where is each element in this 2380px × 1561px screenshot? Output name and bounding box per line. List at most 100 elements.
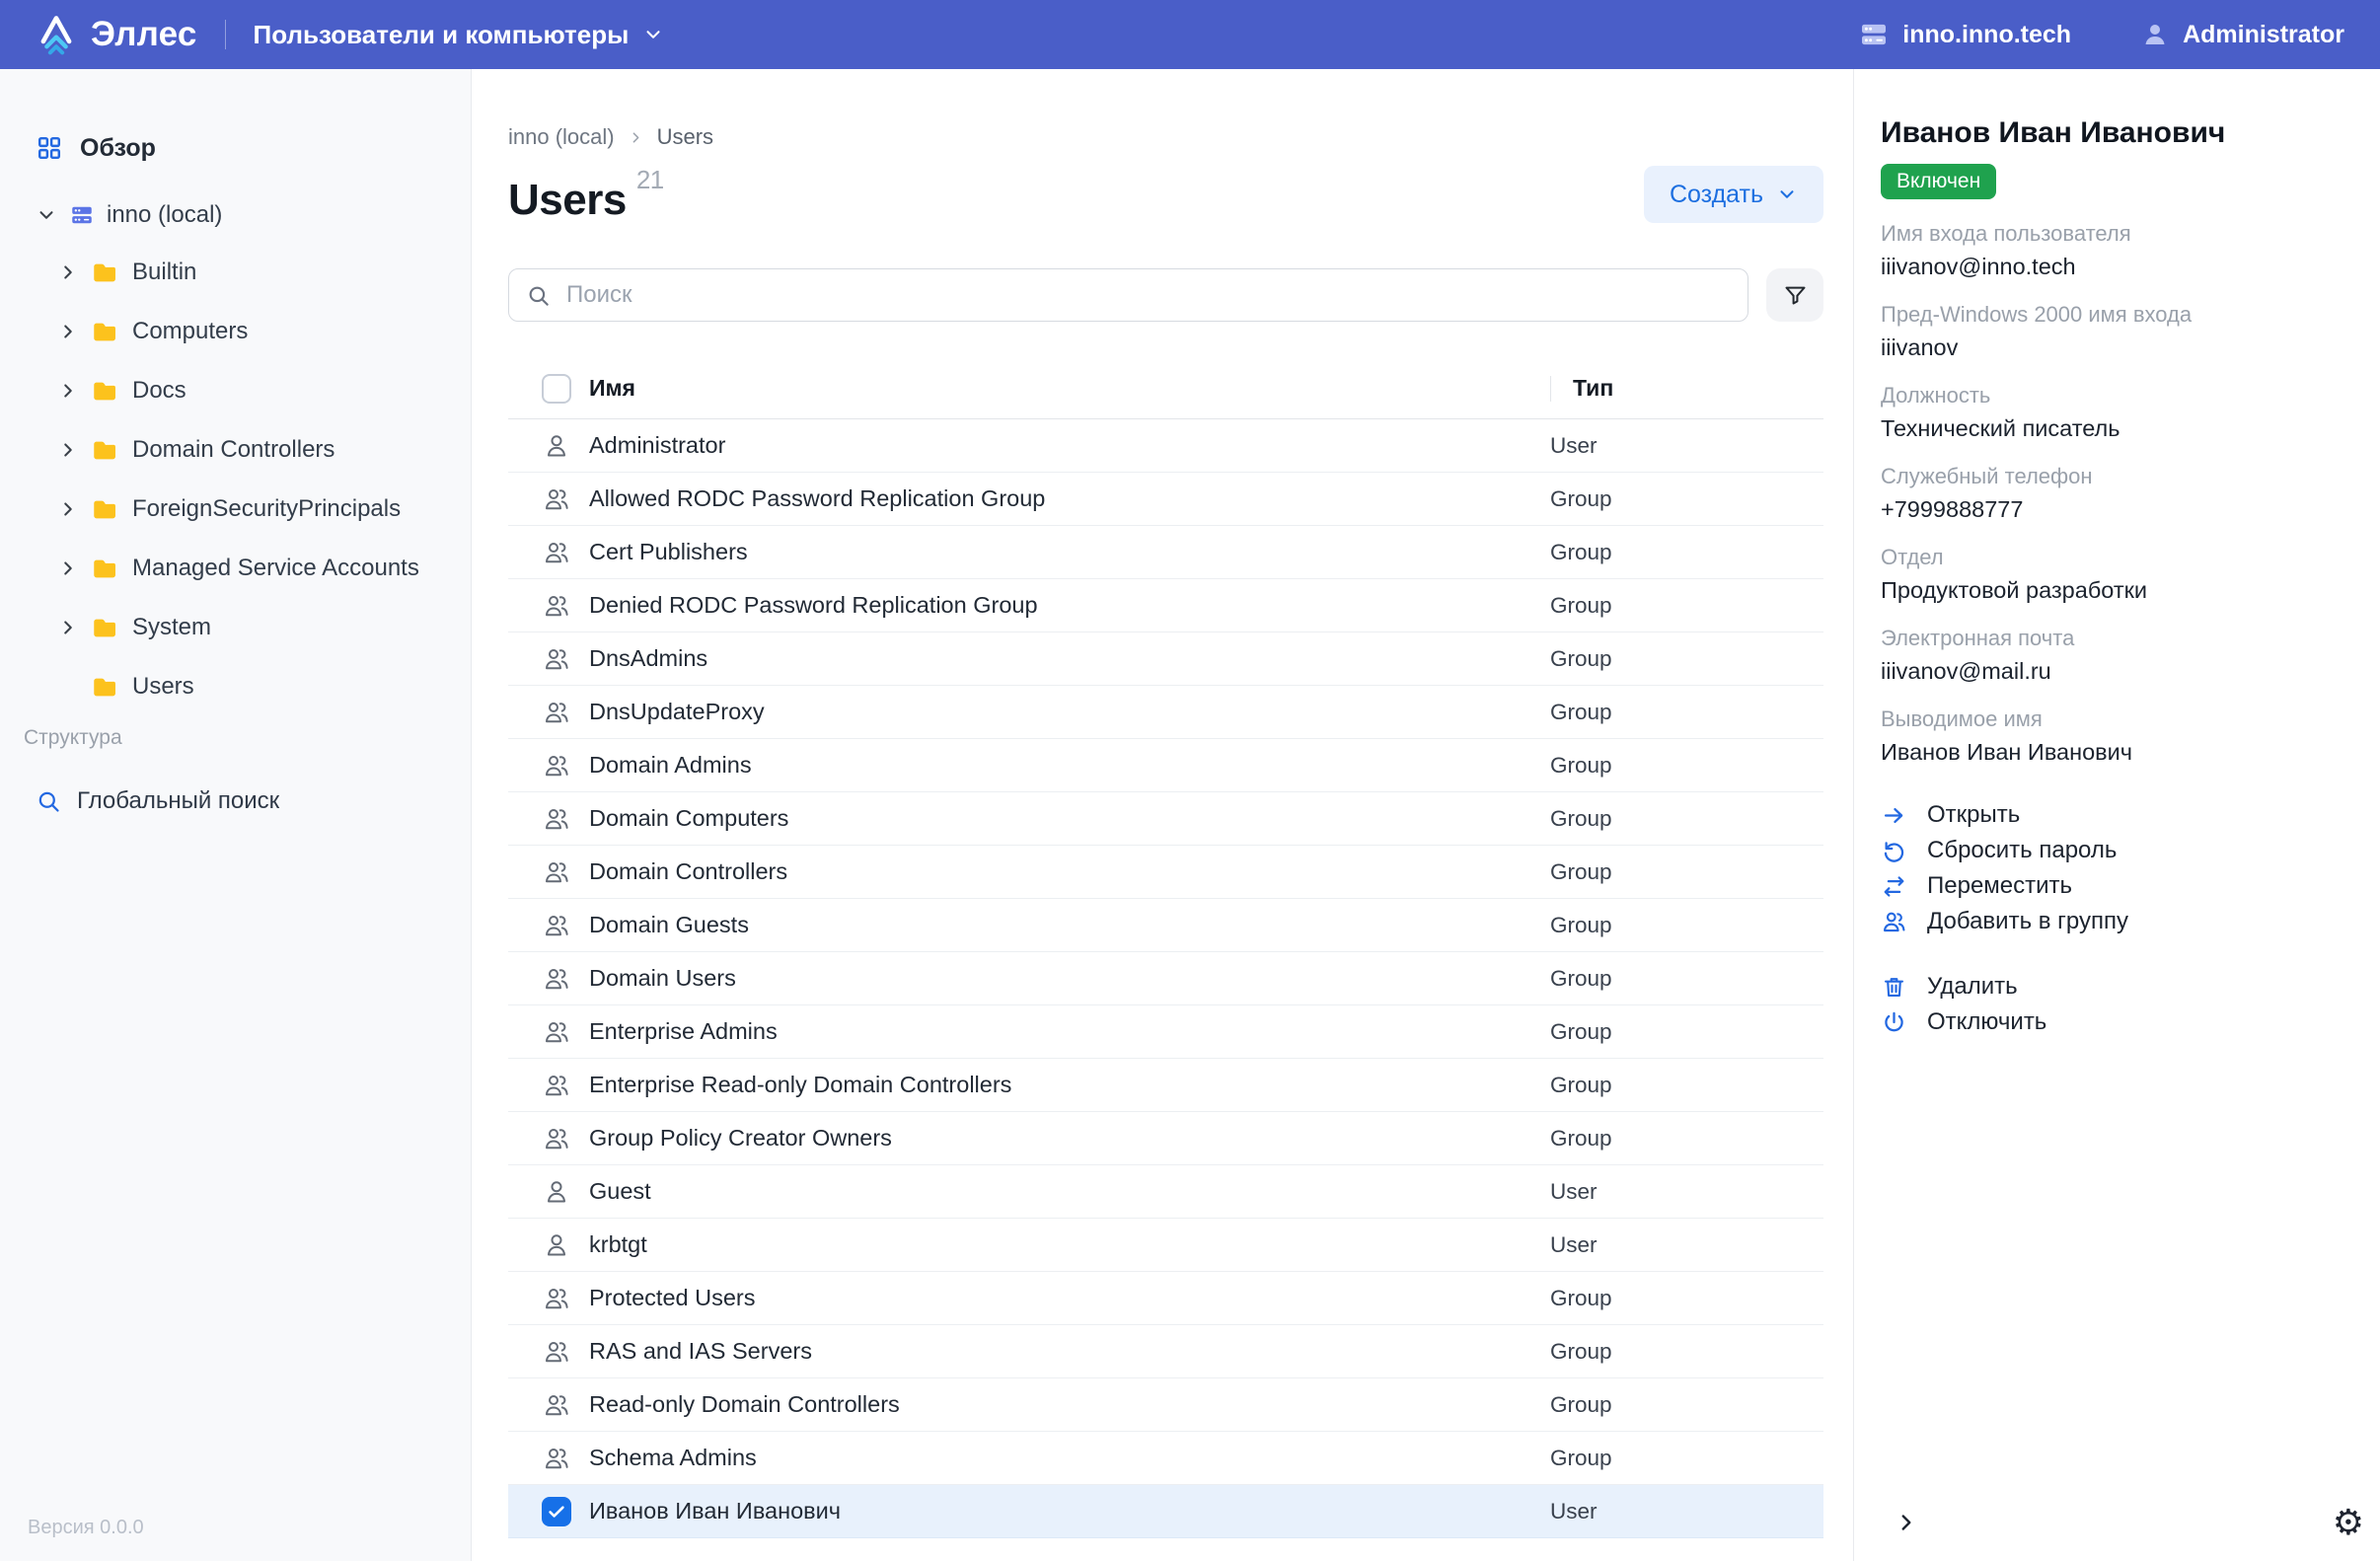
app-logo-icon — [36, 14, 77, 55]
tree-folder-computers[interactable]: Computers — [57, 302, 471, 361]
table-row[interactable]: krbtgt User — [508, 1219, 1823, 1272]
table-row[interactable]: Protected Users Group — [508, 1272, 1823, 1325]
table-row[interactable]: Enterprise Read-only Domain Controllers … — [508, 1059, 1823, 1112]
row-name: Administrator — [589, 432, 1550, 459]
main-content: inno (local) Users Users21 Создать Имя — [472, 69, 1853, 1561]
row-type: User — [1550, 1499, 1823, 1524]
details-field: Имя входа пользователя iiivanov@inno.tec… — [1881, 221, 2350, 280]
field-value: iiivanov@mail.ru — [1881, 658, 2350, 685]
chevron-down-icon — [1776, 184, 1798, 205]
search-input[interactable] — [508, 268, 1748, 322]
action-icon — [1881, 1009, 1907, 1036]
row-name: krbtgt — [589, 1231, 1550, 1258]
row-name: Enterprise Read-only Domain Controllers — [589, 1072, 1550, 1098]
row-type-icon — [542, 1230, 571, 1260]
details-field: Электронная почта iiivanov@mail.ru — [1881, 626, 2350, 685]
module-selector[interactable]: Пользователи и компьютеры — [254, 20, 665, 50]
row-type-icon — [542, 911, 571, 940]
table-row[interactable]: Иванов Иван Иванович User — [508, 1485, 1823, 1538]
overview-label: Обзор — [80, 134, 156, 163]
sidebar-tree-children: Builtin Computers Docs Domain Controller… — [36, 243, 471, 716]
filter-button[interactable] — [1766, 268, 1823, 322]
field-value: +7999888777 — [1881, 496, 2350, 523]
table-row[interactable]: Read-only Domain Controllers Group — [508, 1378, 1823, 1432]
domain-indicator[interactable]: inno.inno.tech — [1858, 19, 2071, 50]
breadcrumb-current[interactable]: Users — [657, 124, 713, 150]
table-row[interactable]: Group Policy Creator Owners Group — [508, 1112, 1823, 1165]
user-icon — [2140, 20, 2170, 49]
collapse-panel-button[interactable] — [1894, 1510, 1919, 1535]
tree-folder-system[interactable]: System — [57, 598, 471, 657]
table-row[interactable]: Domain Computers Group — [508, 792, 1823, 846]
table-row[interactable]: Domain Guests Group — [508, 899, 1823, 952]
field-label: Имя входа пользователя — [1881, 221, 2350, 247]
row-type: Group — [1550, 966, 1823, 992]
row-name: Protected Users — [589, 1285, 1550, 1311]
table-row[interactable]: Domain Controllers Group — [508, 846, 1823, 899]
tree-folder-users[interactable]: Users — [57, 657, 471, 716]
table-row[interactable]: Schema Admins Group — [508, 1432, 1823, 1485]
row-type-icon — [542, 857, 571, 887]
table-row[interactable]: Allowed RODC Password Replication Group … — [508, 473, 1823, 526]
table-row[interactable]: RAS and IAS Servers Group — [508, 1325, 1823, 1378]
tree-folder-domain-controllers[interactable]: Domain Controllers — [57, 420, 471, 480]
row-type: User — [1550, 1179, 1823, 1205]
user-menu[interactable]: Administrator — [2140, 20, 2344, 49]
app-name: Эллес — [91, 15, 197, 54]
action-reset[interactable]: Сбросить пароль — [1881, 833, 2350, 868]
chevron-right-icon[interactable] — [57, 498, 79, 520]
row-name: Read-only Domain Controllers — [589, 1391, 1550, 1418]
row-type-icon — [542, 804, 571, 834]
action-addgroup[interactable]: Добавить в группу — [1881, 904, 2350, 939]
action-power[interactable]: Отключить — [1881, 1004, 2350, 1040]
folder-icon — [91, 259, 118, 286]
tree-folder-docs[interactable]: Docs — [57, 361, 471, 420]
chevron-right-icon[interactable] — [57, 617, 79, 638]
chevron-down-icon[interactable] — [36, 204, 57, 226]
table-row[interactable]: Administrator User — [508, 419, 1823, 473]
settings-button[interactable]: ⚙︎ — [2333, 1506, 2364, 1541]
sidebar-item-overview[interactable]: Обзор — [36, 128, 471, 168]
table-row[interactable]: Guest User — [508, 1165, 1823, 1219]
breadcrumb-root[interactable]: inno (local) — [508, 124, 615, 150]
details-field: Пред-Windows 2000 имя входа iiivanov — [1881, 302, 2350, 361]
tree-folder-foreignsecurityprincipals[interactable]: ForeignSecurityPrincipals — [57, 480, 471, 539]
global-search-label: Глобальный поиск — [77, 787, 279, 815]
domain-name: inno.inno.tech — [1902, 21, 2071, 49]
tree-folder-label: Managed Service Accounts — [132, 555, 419, 582]
row-name: Schema Admins — [589, 1445, 1550, 1471]
table-row[interactable]: Enterprise Admins Group — [508, 1005, 1823, 1059]
action-label: Сбросить пароль — [1927, 837, 2117, 864]
action-open[interactable]: Открыть — [1881, 797, 2350, 833]
chevron-right-icon[interactable] — [57, 380, 79, 402]
table-row[interactable]: DnsUpdateProxy Group — [508, 686, 1823, 739]
row-name: Enterprise Admins — [589, 1018, 1550, 1045]
table-row[interactable]: Denied RODC Password Replication Group G… — [508, 579, 1823, 632]
tree-folder-managed-service-accounts[interactable]: Managed Service Accounts — [57, 539, 471, 598]
table-row[interactable]: DnsAdmins Group — [508, 632, 1823, 686]
chevron-right-icon — [628, 129, 644, 146]
table-row[interactable]: Cert Publishers Group — [508, 526, 1823, 579]
tree-folder-builtin[interactable]: Builtin — [57, 243, 471, 302]
chevron-right-icon[interactable] — [57, 321, 79, 342]
create-button[interactable]: Создать — [1644, 166, 1823, 223]
row-type-icon — [542, 1017, 571, 1047]
chevron-right-icon[interactable] — [57, 439, 79, 461]
tree-root-inno-local[interactable]: inno (local) — [36, 195, 471, 235]
select-all-checkbox[interactable] — [542, 374, 571, 404]
chevron-right-icon[interactable] — [57, 558, 79, 579]
topbar-divider — [225, 20, 226, 49]
row-type: Group — [1550, 593, 1823, 619]
action-trash[interactable]: Удалить — [1881, 969, 2350, 1004]
action-move[interactable]: Переместить — [1881, 868, 2350, 904]
row-type-icon — [542, 1124, 571, 1153]
details-field: Служебный телефон +7999888777 — [1881, 464, 2350, 523]
chevron-right-icon[interactable] — [57, 261, 79, 283]
row-type-icon — [542, 484, 571, 514]
table-row[interactable]: Domain Users Group — [508, 952, 1823, 1005]
table-row[interactable]: Domain Admins Group — [508, 739, 1823, 792]
sidebar-item-global-search[interactable]: Глобальный поиск — [36, 774, 471, 829]
row-checkbox[interactable] — [542, 1497, 571, 1526]
action-label: Добавить в группу — [1927, 908, 2128, 935]
field-label: Выводимое имя — [1881, 706, 2350, 732]
